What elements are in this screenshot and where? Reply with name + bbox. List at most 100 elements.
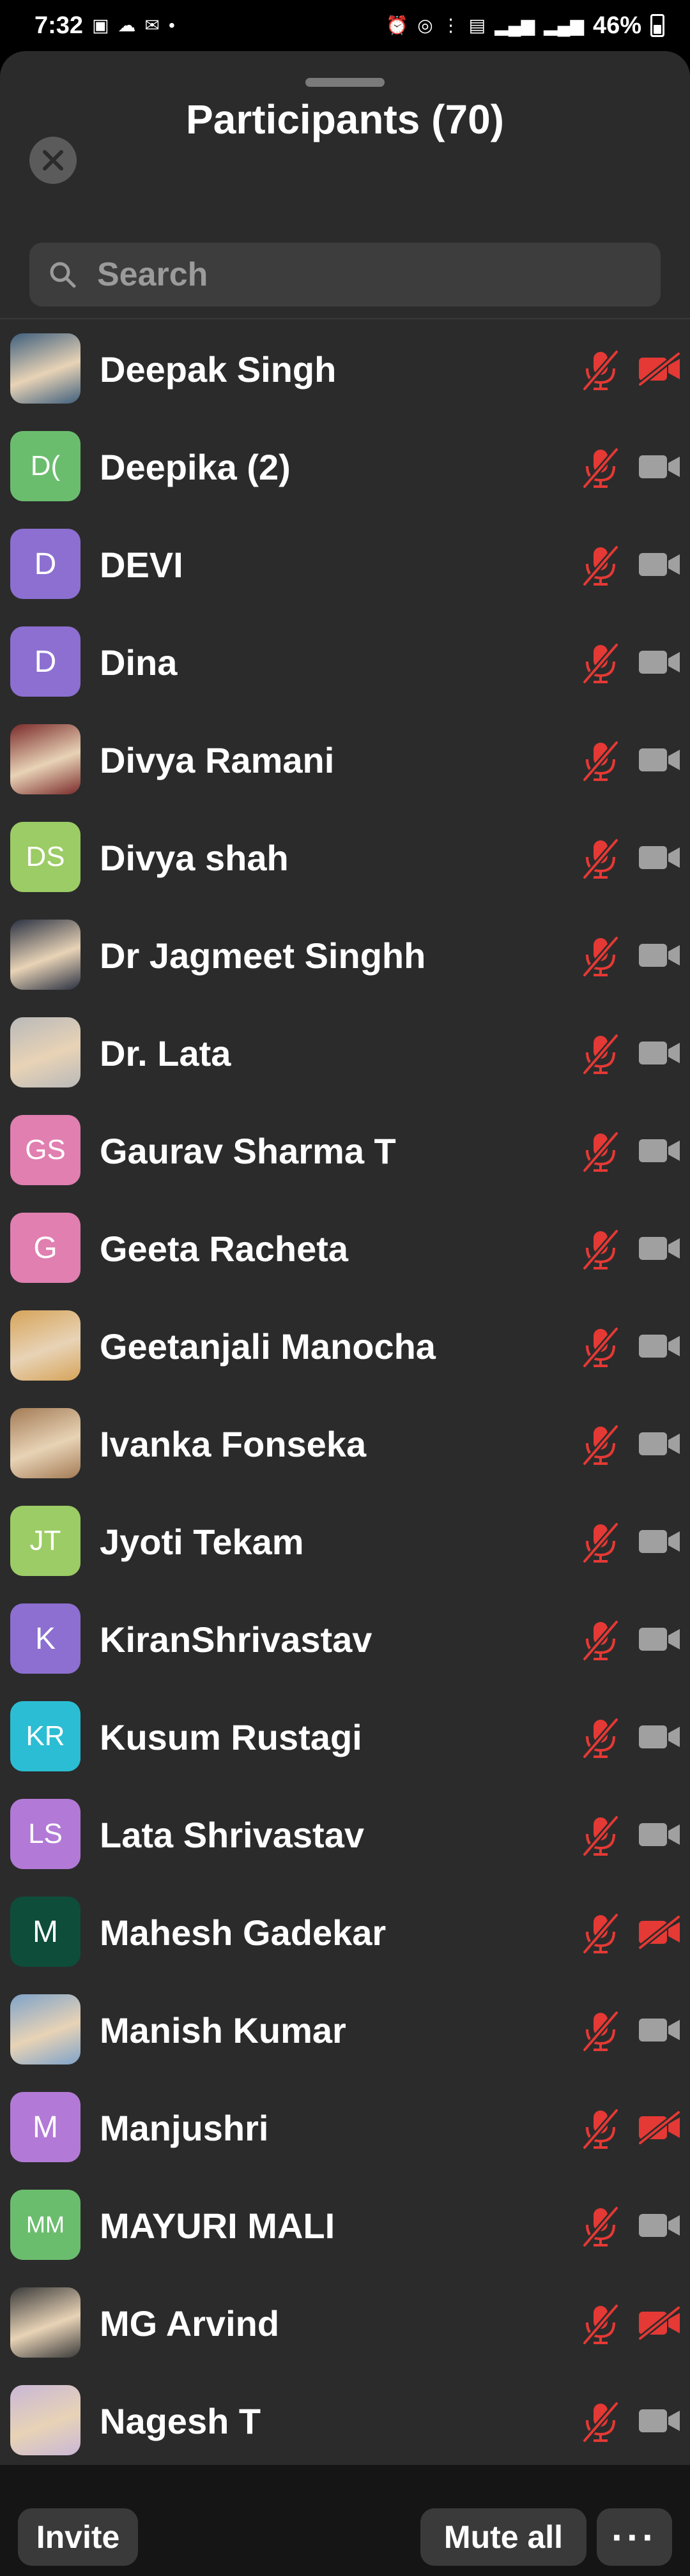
video-icon[interactable] bbox=[638, 1817, 682, 1852]
avatar-initials: GS bbox=[25, 1134, 66, 1165]
bottom-toolbar: Invite Mute all ··· bbox=[0, 2465, 690, 2576]
video-icon[interactable] bbox=[638, 1524, 682, 1559]
mic-muted-icon[interactable] bbox=[578, 641, 623, 686]
mic-muted-icon[interactable] bbox=[578, 2302, 623, 2347]
mic-muted-icon[interactable] bbox=[578, 1716, 623, 1761]
mic-muted-icon[interactable] bbox=[578, 1520, 623, 1565]
participant-row[interactable]: Divya Ramani bbox=[0, 711, 690, 809]
video-icon[interactable] bbox=[638, 1426, 682, 1462]
invite-button[interactable]: Invite bbox=[18, 2508, 138, 2566]
video-icon[interactable] bbox=[638, 449, 682, 485]
participant-row[interactable]: Ivanka Fonseka bbox=[0, 1395, 690, 1493]
mic-muted-icon[interactable] bbox=[578, 1618, 623, 1663]
mic-muted-icon[interactable] bbox=[578, 1814, 623, 1858]
participant-row[interactable]: Manish Kumar bbox=[0, 1981, 690, 2079]
participant-row[interactable]: D DEVI bbox=[0, 516, 690, 614]
participant-row[interactable]: M Mahesh Gadekar bbox=[0, 1884, 690, 1981]
avatar: D bbox=[10, 529, 80, 599]
participant-row[interactable]: G Geeta Racheta bbox=[0, 1200, 690, 1298]
video-off-icon[interactable] bbox=[638, 2305, 682, 2341]
avatar bbox=[10, 724, 80, 794]
participant-row[interactable]: MM MAYURI MALI bbox=[0, 2177, 690, 2275]
mute-all-button[interactable]: Mute all bbox=[420, 2508, 586, 2566]
status-right: ⏰ ◎ ⋮ ▤ ▂▄▆ ▂▄▆ 46% bbox=[386, 12, 664, 40]
avatar bbox=[10, 1310, 80, 1381]
participant-row[interactable]: GS Gaurav Sharma T bbox=[0, 1102, 690, 1200]
video-icon[interactable] bbox=[638, 2012, 682, 2048]
avatar-initials: D( bbox=[30, 450, 61, 481]
mic-muted-icon[interactable] bbox=[578, 1911, 623, 1956]
participant-name: Geeta Racheta bbox=[100, 1229, 349, 1269]
status-bar: 7:32 ▣ ☁ ✉ • ⏰ ◎ ⋮ ▤ ▂▄▆ ▂▄▆ 46% bbox=[0, 0, 690, 51]
avatar: K bbox=[10, 1603, 80, 1674]
participant-row[interactable]: KR Kusum Rustagi bbox=[0, 1688, 690, 1786]
search-input[interactable] bbox=[96, 255, 622, 294]
participant-list[interactable]: Deepak Singh D( Deepika (2) D DEVI D Dina D bbox=[0, 321, 690, 2470]
battery-percent: 46% bbox=[592, 11, 641, 39]
participant-name: MAYURI MALI bbox=[100, 2206, 335, 2246]
participant-row[interactable]: Deepak Singh bbox=[0, 321, 690, 418]
participant-row[interactable]: D( Deepika (2) bbox=[0, 418, 690, 516]
video-off-icon[interactable] bbox=[638, 351, 682, 387]
participant-row[interactable]: M Manjushri bbox=[0, 2079, 690, 2177]
participant-name: Deepika (2) bbox=[100, 447, 291, 487]
avatar: D( bbox=[10, 431, 80, 501]
participant-row[interactable]: Geetanjali Manocha bbox=[0, 1298, 690, 1395]
avatar: MM bbox=[10, 2190, 80, 2260]
battery-icon bbox=[650, 14, 664, 37]
participant-row[interactable]: Dr. Lata bbox=[0, 1004, 690, 1102]
more-options-button[interactable]: ··· bbox=[597, 2508, 672, 2566]
mic-muted-icon[interactable] bbox=[578, 2107, 623, 2151]
mic-muted-icon[interactable] bbox=[578, 2204, 623, 2249]
mic-muted-icon[interactable] bbox=[578, 837, 623, 881]
close-button[interactable] bbox=[29, 137, 77, 184]
mic-muted-icon[interactable] bbox=[578, 348, 623, 393]
mic-muted-icon[interactable] bbox=[578, 543, 623, 588]
video-icon[interactable] bbox=[638, 1328, 682, 1364]
video-icon[interactable] bbox=[638, 644, 682, 680]
mic-muted-icon[interactable] bbox=[578, 2009, 623, 2054]
video-icon[interactable] bbox=[638, 937, 682, 973]
avatar-initials: MM bbox=[26, 2211, 65, 2238]
video-off-icon[interactable] bbox=[638, 2110, 682, 2146]
avatar-initials: LS bbox=[28, 1818, 63, 1849]
video-off-icon[interactable] bbox=[638, 1914, 682, 1950]
participant-row[interactable]: Nagesh T bbox=[0, 2372, 690, 2470]
search-box[interactable] bbox=[29, 243, 661, 307]
video-icon[interactable] bbox=[638, 1719, 682, 1755]
participant-row[interactable]: MG Arvind bbox=[0, 2275, 690, 2372]
participant-row[interactable]: Dr Jagmeet Singhh bbox=[0, 907, 690, 1004]
mic-muted-icon[interactable] bbox=[578, 1423, 623, 1467]
mic-muted-icon[interactable] bbox=[578, 1227, 623, 1272]
participant-row[interactable]: LS Lata Shrivastav bbox=[0, 1786, 690, 1884]
avatar-initials: D bbox=[34, 644, 57, 679]
participant-row[interactable]: D Dina bbox=[0, 614, 690, 711]
video-icon[interactable] bbox=[638, 742, 682, 778]
mic-muted-icon[interactable] bbox=[578, 2400, 623, 2444]
participant-row[interactable]: K KiranShrivastav bbox=[0, 1591, 690, 1688]
participant-name: Divya Ramani bbox=[100, 740, 335, 780]
mic-muted-icon[interactable] bbox=[578, 739, 623, 784]
video-icon[interactable] bbox=[638, 2403, 682, 2439]
video-icon[interactable] bbox=[638, 1621, 682, 1657]
video-icon[interactable] bbox=[638, 1035, 682, 1071]
avatar-initials: KR bbox=[26, 1720, 65, 1752]
video-icon[interactable] bbox=[638, 1231, 682, 1266]
volte-icon: ⋮ bbox=[441, 15, 460, 35]
sheet-grabber[interactable] bbox=[305, 78, 385, 87]
mic-muted-icon[interactable] bbox=[578, 934, 623, 979]
participant-name: DEVI bbox=[100, 545, 183, 585]
video-icon[interactable] bbox=[638, 840, 682, 875]
mic-muted-icon[interactable] bbox=[578, 1130, 623, 1174]
search-icon bbox=[50, 262, 76, 288]
video-icon[interactable] bbox=[638, 547, 682, 582]
participant-row[interactable]: JT Jyoti Tekam bbox=[0, 1493, 690, 1591]
hotspot-icon: ◎ bbox=[417, 15, 433, 35]
mic-muted-icon[interactable] bbox=[578, 1032, 623, 1077]
mic-muted-icon[interactable] bbox=[578, 446, 623, 490]
avatar bbox=[10, 333, 80, 404]
participant-row[interactable]: DS Divya shah bbox=[0, 809, 690, 907]
video-icon[interactable] bbox=[638, 1133, 682, 1169]
video-icon[interactable] bbox=[638, 2208, 682, 2243]
mic-muted-icon[interactable] bbox=[578, 1325, 623, 1370]
